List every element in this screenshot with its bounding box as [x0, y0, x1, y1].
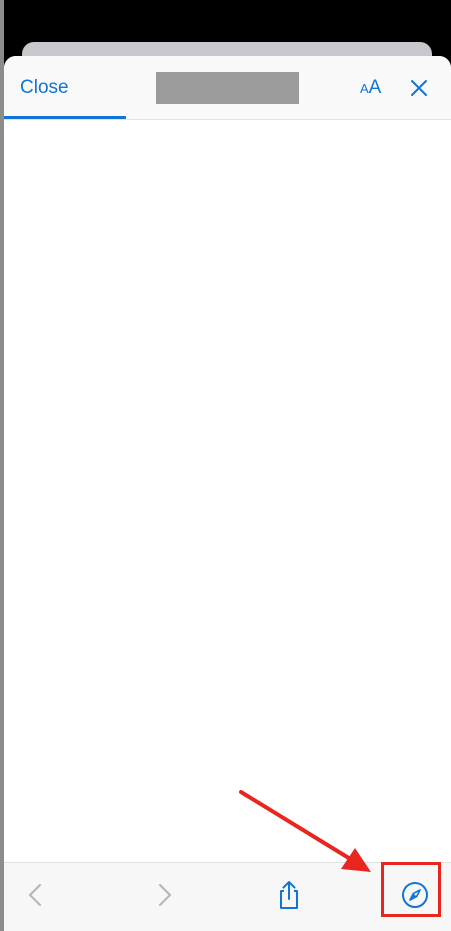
redacted-page-title [156, 72, 299, 104]
text-size-small-label: A [360, 81, 369, 96]
text-size-large-label: A [368, 77, 382, 98]
in-app-browser-sheet: Close AA [4, 56, 451, 931]
text-size-button[interactable]: AA [360, 76, 388, 100]
browser-header: Close AA [4, 56, 451, 120]
share-icon[interactable] [273, 879, 305, 911]
chevron-right-icon[interactable] [148, 879, 180, 911]
close-x-icon[interactable] [407, 76, 431, 100]
active-tab-indicator [4, 116, 126, 119]
web-content-area[interactable] [4, 120, 451, 862]
screen: Close AA [0, 0, 451, 931]
chevron-left-icon[interactable] [20, 879, 52, 911]
close-button[interactable]: Close [20, 76, 69, 100]
annotation-highlight-box [381, 862, 441, 917]
